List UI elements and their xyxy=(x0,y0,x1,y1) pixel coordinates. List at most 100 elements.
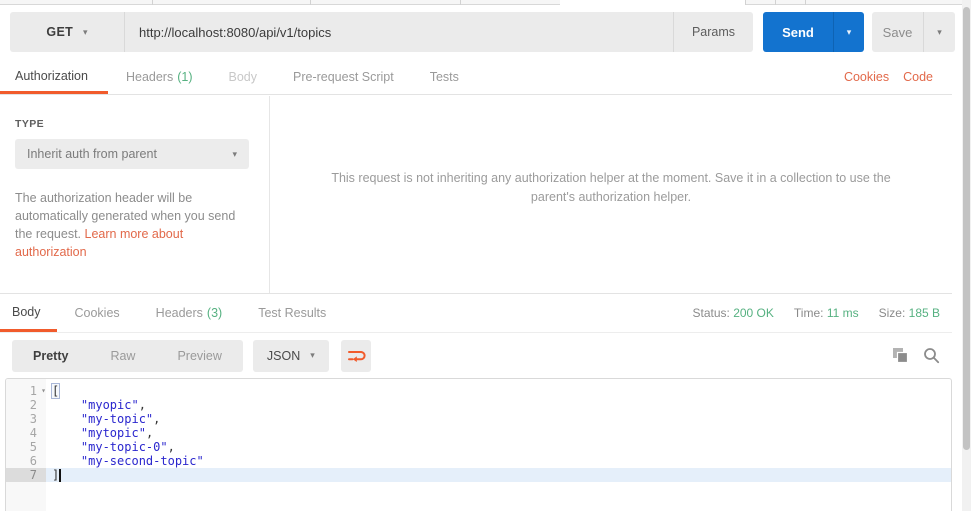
size-label: Size: xyxy=(878,306,906,320)
code-line: 2 "myopic", xyxy=(6,398,951,412)
response-body-editor[interactable]: 1 ▾ [ 2 "myopic", 3 "my-topic", 4 "mytop… xyxy=(5,378,952,511)
time-label: Time: xyxy=(793,306,824,320)
close-bracket: ] xyxy=(52,468,60,482)
method-select[interactable]: GET ▾ xyxy=(10,12,125,52)
send-split-button: Send ▾ xyxy=(763,12,864,52)
tab-divider xyxy=(775,0,776,5)
size-badge: Size: 185 B xyxy=(879,306,940,320)
app-tab-strip[interactable] xyxy=(0,0,963,6)
tab-headers[interactable]: Headers (1) xyxy=(108,60,211,94)
view-preview-button[interactable]: Preview xyxy=(156,340,242,372)
time-badge: Time: 11 ms xyxy=(794,306,859,320)
status-badge: Status: 200 OK xyxy=(693,306,774,320)
save-split-button: Save ▾ xyxy=(872,12,955,52)
method-label: GET xyxy=(46,25,74,39)
tab-body[interactable]: Body xyxy=(211,60,276,94)
send-button[interactable]: Send xyxy=(763,12,833,52)
tab-tests[interactable]: Tests xyxy=(412,60,477,94)
format-select[interactable]: JSON ▾ xyxy=(252,339,329,372)
chevron-down-icon: ▾ xyxy=(846,26,852,37)
search-icon xyxy=(924,348,940,364)
authorization-panel: TYPE Inherit auth from parent ▾ The auth… xyxy=(0,96,952,294)
request-tab-bar: Authorization Headers (1) Body Pre-reque… xyxy=(0,60,952,95)
status-value: 200 OK xyxy=(733,306,774,320)
line-number[interactable]: 3 xyxy=(6,412,46,426)
scrollbar-thumb[interactable] xyxy=(963,7,970,450)
copy-response-button[interactable] xyxy=(892,347,909,364)
response-tool-icons xyxy=(892,347,952,364)
json-string: "my-second-topic" xyxy=(80,454,204,468)
json-string: "my-topic" xyxy=(80,412,154,426)
size-value: 185 B xyxy=(908,306,940,320)
code-line: 6 "my-second-topic" xyxy=(6,454,951,468)
request-bar: GET ▾ Params Send ▾ Save ▾ xyxy=(10,12,955,52)
line-number[interactable]: 4 xyxy=(6,426,46,440)
url-group: GET ▾ Params xyxy=(10,12,753,52)
tab-test-results[interactable]: Test Results xyxy=(240,294,344,332)
json-string: "mytopic" xyxy=(80,426,146,440)
copy-icon xyxy=(893,348,909,364)
auth-type-value: Inherit auth from parent xyxy=(27,147,157,161)
wrap-text-icon xyxy=(347,350,366,362)
url-field-wrap xyxy=(125,12,673,52)
chevron-down-icon: ▾ xyxy=(83,26,88,37)
tab-prerequest-script[interactable]: Pre-request Script xyxy=(275,60,412,94)
response-headers-count-badge: (3) xyxy=(206,306,223,320)
auth-notice-text: This request is not inheriting any autho… xyxy=(331,170,891,204)
send-options-button[interactable]: ▾ xyxy=(833,12,864,52)
tab-response-headers[interactable]: Headers (3) xyxy=(138,294,241,332)
auth-type-column: TYPE Inherit auth from parent ▾ The auth… xyxy=(0,96,270,293)
view-raw-button[interactable]: Raw xyxy=(89,340,156,372)
view-mode-group: Pretty Raw Preview xyxy=(12,339,243,372)
chevron-down-icon: ▾ xyxy=(232,148,237,159)
url-input[interactable] xyxy=(139,24,659,40)
auth-notice-area: This request is not inheriting any autho… xyxy=(270,96,952,293)
code-line: 4 "mytopic", xyxy=(6,426,951,440)
search-response-button[interactable] xyxy=(923,347,940,364)
wrap-text-button[interactable] xyxy=(340,339,371,372)
tab-response-cookies[interactable]: Cookies xyxy=(57,294,138,332)
tab-response-headers-label: Headers xyxy=(155,306,203,320)
save-button[interactable]: Save xyxy=(872,12,923,52)
auth-type-select[interactable]: Inherit auth from parent ▾ xyxy=(15,139,249,169)
time-value: 11 ms xyxy=(826,306,859,320)
line-number[interactable]: 7 xyxy=(6,468,46,482)
auth-help-text: The authorization header will be automat… xyxy=(15,189,253,261)
chevron-down-icon: ▾ xyxy=(937,26,942,37)
tab-divider xyxy=(460,0,461,5)
tab-authorization[interactable]: Authorization xyxy=(0,60,108,94)
response-meta: Status: 200 OK Time: 11 ms Size: 185 B xyxy=(693,294,953,332)
code-link[interactable]: Code xyxy=(903,70,933,84)
rest-client-window: GET ▾ Params Send ▾ Save ▾ Authorization… xyxy=(0,0,971,511)
tab-response-body[interactable]: Body xyxy=(0,294,57,332)
view-pretty-button[interactable]: Pretty xyxy=(12,340,89,372)
json-string: "myopic" xyxy=(80,398,139,412)
code-line-active: 7 ] xyxy=(6,468,951,482)
headers-count-badge: (1) xyxy=(177,70,193,84)
type-label: TYPE xyxy=(15,118,45,130)
text-cursor xyxy=(59,469,61,482)
code-line: 3 "my-topic", xyxy=(6,412,951,426)
line-number[interactable]: 2 xyxy=(6,398,46,412)
format-value: JSON xyxy=(266,348,301,363)
status-label: Status: xyxy=(692,306,730,320)
line-number[interactable]: 6 xyxy=(6,454,46,468)
code-line: 1 ▾ [ xyxy=(6,383,951,399)
tab-divider xyxy=(805,0,806,5)
scrollbar[interactable] xyxy=(962,0,971,511)
tab-divider xyxy=(152,0,153,5)
request-links: Cookies Code xyxy=(844,60,952,94)
save-options-button[interactable]: ▾ xyxy=(923,12,955,52)
active-app-tab[interactable] xyxy=(560,0,745,6)
cookies-link[interactable]: Cookies xyxy=(844,70,889,84)
json-string: "my-topic-0" xyxy=(80,440,168,454)
params-button[interactable]: Params xyxy=(673,12,753,52)
response-toolbar: Pretty Raw Preview JSON ▾ xyxy=(0,333,952,378)
tab-divider xyxy=(310,0,311,5)
fold-caret-icon[interactable]: ▾ xyxy=(41,384,46,398)
code-line: 5 "my-topic-0", xyxy=(6,440,951,454)
response-tab-bar: Body Cookies Headers (3) Test Results St… xyxy=(0,294,952,333)
line-number[interactable]: 1 ▾ xyxy=(6,384,46,398)
tab-divider xyxy=(745,0,746,5)
line-number[interactable]: 5 xyxy=(6,440,46,454)
